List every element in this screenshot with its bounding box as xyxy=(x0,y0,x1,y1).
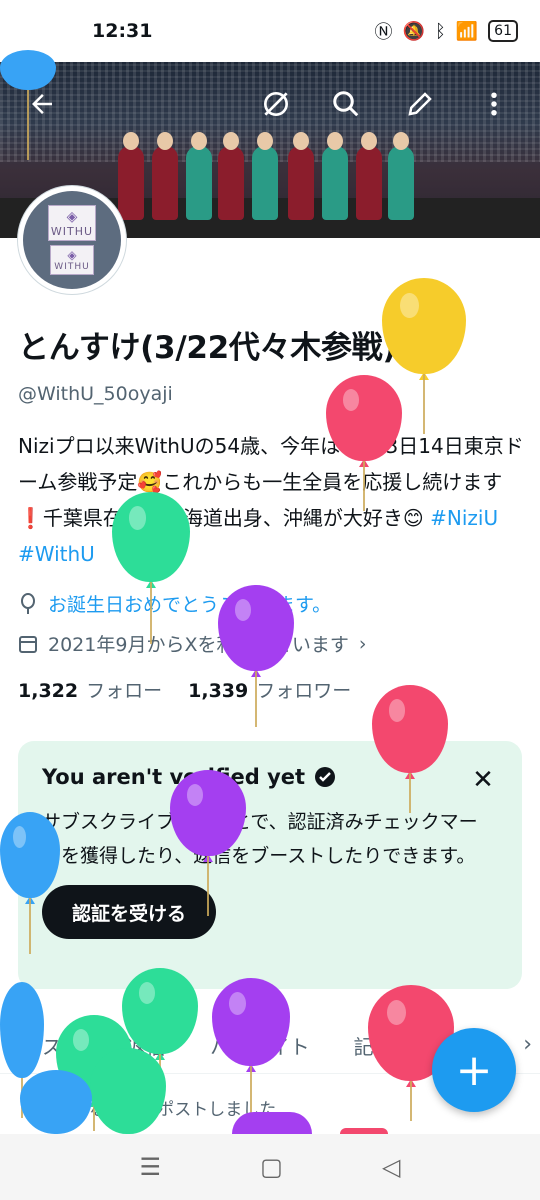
logo-text: WITHU xyxy=(50,224,94,238)
edit-button[interactable] xyxy=(400,84,440,124)
avatar-image: ◈ WITHU ◈ WITHU xyxy=(23,191,121,289)
banner-person xyxy=(218,132,244,220)
tab-replies[interactable]: 返信 xyxy=(104,1031,188,1060)
plus-icon: + xyxy=(455,1044,493,1096)
tab-articles[interactable]: 記 xyxy=(332,1031,396,1060)
grok-button[interactable] xyxy=(256,84,296,124)
back-button[interactable] xyxy=(22,84,62,124)
banner-person xyxy=(388,132,414,220)
hashtag-link[interactable]: #NiziU xyxy=(430,506,498,530)
hashtag-link[interactable]: #WithU xyxy=(18,542,95,566)
compose-button[interactable]: + xyxy=(432,1028,516,1112)
more-button[interactable] xyxy=(474,84,514,124)
chevron-right-icon: › xyxy=(358,632,367,655)
repost-label: あなたがリポストしました xyxy=(72,1100,277,1120)
following-link[interactable]: 1,322 フォロー xyxy=(18,676,162,703)
followers-label: フォロワー xyxy=(256,680,352,702)
mute-icon: 🔕 xyxy=(402,20,425,42)
birthday-row: お誕生日おめでとうございます。 xyxy=(18,590,331,617)
tab-posts[interactable]: ポスト xyxy=(0,1031,104,1060)
status-icons: Ⓝ 🔕 ᛒ 📶 61 xyxy=(375,18,518,44)
nfc-icon: Ⓝ xyxy=(374,22,393,43)
repost-icon: ⇄ xyxy=(48,1097,63,1118)
avatar[interactable]: ◈ WITHU ◈ WITHU xyxy=(18,186,126,294)
logo-text: WITHU xyxy=(54,262,90,272)
followers-count: 1,339 xyxy=(188,680,249,702)
verified-badge-icon xyxy=(315,767,336,787)
grok-icon xyxy=(264,92,288,116)
birthday-text[interactable]: お誕生日おめでとうございます。 xyxy=(48,590,331,617)
profile-handle: @WithU_50oyaji xyxy=(18,383,173,405)
logo-emblem-icon: ◈ xyxy=(66,208,78,225)
calendar-icon xyxy=(19,635,37,653)
joined-text: 2021年9月からXを利用しています xyxy=(48,634,349,656)
close-icon[interactable]: ✕ xyxy=(468,765,498,795)
home-button[interactable]: ▢ xyxy=(260,1153,283,1181)
followers-link[interactable]: 1,339 フォロワー xyxy=(188,676,351,703)
follow-stats: 1,322 フォロー 1,339 フォロワー xyxy=(18,676,351,703)
battery-indicator: 61 xyxy=(488,20,518,42)
back-arrow-icon xyxy=(32,94,52,114)
edit-icon xyxy=(408,92,432,116)
withu-logo: ◈ WITHU xyxy=(50,245,94,275)
following-label: フォロー xyxy=(86,680,163,702)
banner-person xyxy=(118,132,144,220)
verify-title-text: You aren't verified yet xyxy=(42,765,306,789)
withu-logo: ◈ WITHU xyxy=(48,205,96,241)
search-button[interactable] xyxy=(326,84,366,124)
recents-button[interactable]: ☰ xyxy=(140,1153,162,1181)
repost-indicator: ⇄ あなたがリポストしました xyxy=(48,1095,277,1121)
banner-person xyxy=(322,132,348,220)
following-count: 1,322 xyxy=(18,680,79,702)
banner-person xyxy=(356,132,382,220)
more-vert-icon xyxy=(491,92,497,116)
balloon-icon xyxy=(21,592,35,614)
search-icon xyxy=(333,91,359,117)
banner-person xyxy=(186,132,212,220)
menu-icon: ☰ xyxy=(139,1153,162,1181)
profile-bio: Niziプロ以来WithUの54歳、今年は6月13日14日東京ドーム参戦予定🥰こ… xyxy=(18,428,524,572)
verify-card-body: サブスクライブすることで、認証済みチェックマークを獲得したり、返信をブーストした… xyxy=(42,811,478,867)
triangle-back-icon: ◁ xyxy=(381,1153,401,1181)
banner-person xyxy=(288,132,314,220)
chevron-right-icon[interactable]: › xyxy=(523,1032,532,1057)
joined-row[interactable]: 2021年9月からXを利用しています › xyxy=(18,630,367,657)
status-bar: 12:31 Ⓝ 🔕 ᛒ 📶 61 xyxy=(0,0,540,62)
logo-emblem-icon: ◈ xyxy=(67,248,77,262)
tab-highlights[interactable]: ハイライト xyxy=(188,1031,332,1060)
verify-card: You aren't verified yet ✕ サブスクライブすることで、認… xyxy=(18,741,522,989)
get-verified-button[interactable]: 認証を受ける xyxy=(42,885,216,939)
square-icon: ▢ xyxy=(260,1153,283,1181)
status-time: 12:31 xyxy=(92,20,153,42)
bluetooth-icon: ᛒ xyxy=(434,20,446,42)
profile-name: とんすけ(3/22代々木参戦) xyxy=(18,330,397,366)
system-nav-bar: ☰ ▢ ◁ xyxy=(0,1134,540,1200)
verify-card-title: You aren't verified yet xyxy=(42,765,498,789)
back-nav-button[interactable]: ◁ xyxy=(382,1153,400,1181)
banner-person xyxy=(252,132,278,220)
wifi-icon: 📶 xyxy=(455,20,479,42)
banner-person xyxy=(152,132,178,220)
